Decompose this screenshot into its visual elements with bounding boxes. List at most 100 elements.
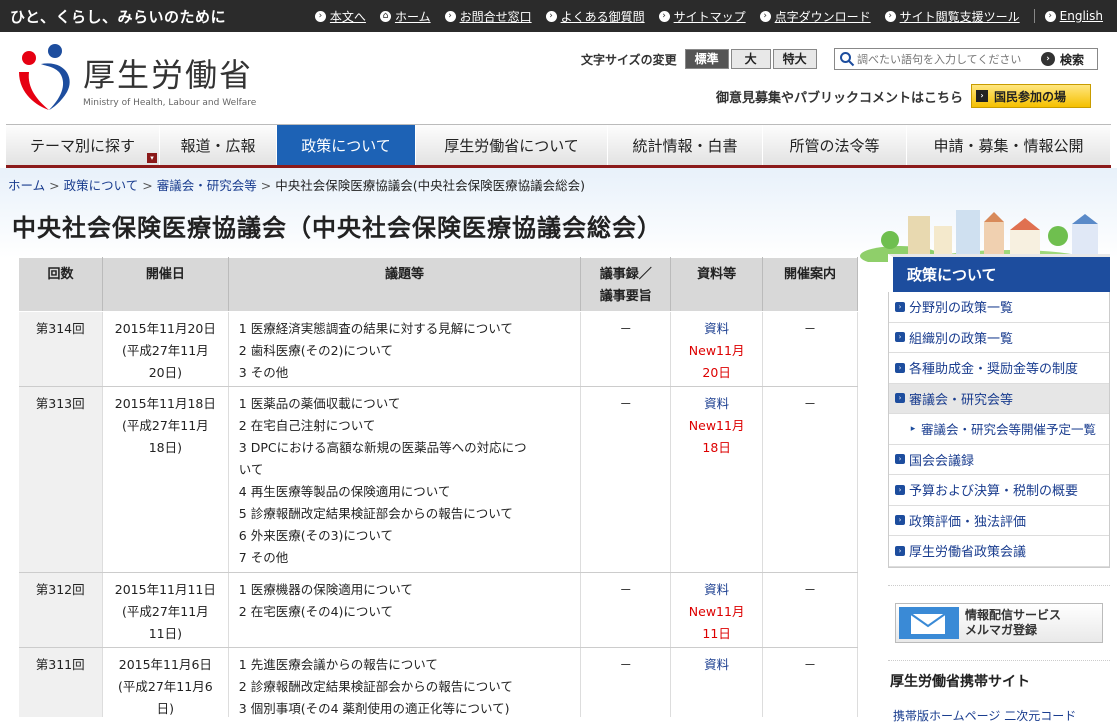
sitemap-link[interactable]: › サイトマップ (658, 8, 746, 25)
participation-text: 御意見募集やパブリックコメントはこちら (716, 90, 964, 106)
meeting-date: 2015年11月11日 (平成27年11月 11日) (102, 572, 229, 648)
faq-link[interactable]: › よくある御質問 (545, 8, 645, 25)
skip-to-content-link[interactable]: › 本文へ (314, 8, 366, 25)
envelope-icon (899, 607, 959, 639)
meeting-number: 第313回 (18, 386, 103, 573)
logo-name-en: Ministry of Health, Labour and Welfare (83, 98, 257, 108)
docs-link[interactable]: 資料 (704, 582, 729, 597)
sidebar-item-council-schedule[interactable]: ▸ 審議会・研究会等開催予定一覧 (889, 414, 1109, 445)
public-participation-button[interactable]: › 国民参加の場 (971, 84, 1092, 108)
sidebar-item-by-field[interactable]: › 分野別の政策一覧 (889, 292, 1109, 323)
top-links: › 本文へ ⌂ ホーム › お問合せ窓口 › よくある御質問 › サイトマップ › 点字ダウ… (314, 8, 1117, 25)
mhlw-logo-icon (19, 44, 70, 110)
docs-cell: 資料 New11月 20日 (670, 311, 764, 387)
nav-press[interactable]: 報道・広報 (160, 125, 277, 165)
sidebar-list: › 分野別の政策一覧 › 組織別の政策一覧 › 各種助成金・奨励金等の制度 › 審議会・… (888, 292, 1110, 568)
top-bar: ひと、くらし、みらいのために › 本文へ ⌂ ホーム › お問合せ窓口 › よくある御質… (0, 0, 1117, 32)
meeting-date: 2015年11月20日 (平成27年11月 20日) (102, 311, 229, 387)
divider (888, 585, 1110, 586)
breadcrumb-policy[interactable]: 政策について (64, 178, 139, 193)
docs-link[interactable]: 資料 (704, 396, 729, 411)
nav-about-mhlw[interactable]: 厚生労働省について (416, 125, 608, 165)
sidebar-item-budget[interactable]: › 予算および決算・税制の概要 (889, 475, 1109, 506)
minutes-cell: － (580, 572, 672, 648)
sidebar-item-diet-records[interactable]: › 国会会議録 (889, 444, 1109, 475)
divider (888, 660, 1110, 661)
font-size-standard-button[interactable]: 標準 (684, 49, 729, 69)
arrow-icon: › (1044, 10, 1056, 22)
nav-laws[interactable]: 所管の法令等 (763, 125, 907, 165)
chevron-down-icon: ▾ (147, 153, 157, 163)
braille-download-link[interactable]: › 点字ダウンロード (759, 8, 871, 25)
meeting-number: 第314回 (18, 311, 103, 387)
page-title: 中央社会保険医療協議会（中央社会保険医療協議会総会） (12, 214, 662, 242)
divider (1033, 9, 1035, 23)
search-input[interactable] (857, 52, 1033, 66)
meeting-agenda: 1 医療経済実態調査の結果に対する見解について 2 歯科医療(その2)について 3 … (228, 311, 582, 387)
arrow-icon: › (658, 10, 670, 22)
minutes-cell: － (580, 647, 672, 717)
table-row: 第311回 2015年11月6日 (平成27年11月6 日) 1 先進医療会議からの… (18, 647, 858, 717)
meeting-agenda: 1 先進医療会議からの報告について 2 診療報酬改定結果検証部会からの報告について… (228, 647, 582, 717)
site-logo[interactable]: 厚生労働省 Ministry of Health, Labour and Wel… (15, 42, 256, 112)
sidebar-item-policy-meeting[interactable]: › 厚生労働省政策会議 (889, 536, 1109, 567)
nav-policy[interactable]: 政策について (277, 125, 416, 165)
home-icon: ⌂ (379, 10, 391, 22)
global-nav: テーマ別に探す ▾ 報道・広報 政策について 厚生労働省について 統計情報・白書 … (6, 124, 1111, 168)
breadcrumb: ホーム > 政策について > 審議会・研究会等 > 中央社会保険医療協議会(中央社会保険医療… (8, 178, 586, 193)
minutes-cell: － (580, 386, 672, 573)
breadcrumb-councils[interactable]: 審議会・研究会等 (157, 178, 257, 193)
chevron-right-icon: › (895, 484, 905, 495)
nav-statistics[interactable]: 統計情報・白書 (608, 125, 763, 165)
english-link[interactable]: › English (1044, 9, 1103, 23)
sidebar-item-evaluation[interactable]: › 政策評価・独法評価 (889, 505, 1109, 536)
chevron-right-icon: › (895, 545, 905, 556)
font-size-label: 文字サイズの変更 (581, 52, 677, 67)
font-size-switcher: 文字サイズの変更 標準 大 特大 (581, 49, 819, 69)
mobile-site-title: 厚生労働省携帯サイト (890, 674, 1030, 690)
docs-cell: 資料 (670, 647, 764, 717)
contact-link[interactable]: › お問合せ窓口 (444, 8, 532, 25)
accessibility-tool-link[interactable]: › サイト閲覧支援ツール (884, 8, 1020, 25)
participation-area: 御意見募集やパブリックコメントはこちら › 国民参加の場 (716, 84, 1092, 108)
breadcrumb-current: 中央社会保険医療協議会(中央社会保険医療協議会総会) (275, 178, 586, 193)
chevron-right-icon: › (895, 454, 905, 465)
guide-cell: － (762, 572, 858, 648)
mail-magazine-banner[interactable]: 情報配信サービス メルマガ登録 (895, 603, 1103, 643)
docs-cell: 資料 New11月 18日 (670, 386, 764, 573)
new-date: 20日 (702, 365, 731, 380)
sidebar-item-by-organization[interactable]: › 組織別の政策一覧 (889, 322, 1109, 353)
nav-applications[interactable]: 申請・募集・情報公開 (907, 125, 1111, 165)
logo-text: 厚生労働省 Ministry of Health, Labour and Wel… (83, 50, 256, 108)
sidebar-item-subsidies[interactable]: › 各種助成金・奨励金等の制度 (889, 353, 1109, 384)
new-badge: New11月 (688, 604, 745, 619)
search-button[interactable]: › 検索 (1041, 51, 1084, 68)
mobile-site-link[interactable]: 携帯版ホームページ 二次元コード (893, 707, 1076, 724)
sidebar-item-councils[interactable]: › 審議会・研究会等 (889, 383, 1109, 414)
docs-link[interactable]: 資料 (704, 321, 729, 336)
font-size-xlarge-button[interactable]: 特大 (772, 49, 817, 69)
meetings-table-wrap: 回数 開催日 議題等 議事録／ 議事要旨 資料等 開催案内 第314回 2015年… (18, 257, 858, 717)
table-row: 第312回 2015年11月11日 (平成27年11月 11日) 1 医療機器の保険… (18, 572, 858, 648)
town-illustration (860, 210, 1098, 262)
sidebar-title[interactable]: 政策について (888, 254, 1110, 292)
meeting-date: 2015年11月18日 (平成27年11月 18日) (102, 386, 229, 573)
search-icon (840, 52, 855, 67)
chevron-right-icon: › (895, 362, 905, 373)
tagline: ひと、くらし、みらいのために (10, 7, 226, 26)
chevron-right-icon: › (895, 332, 905, 343)
breadcrumb-home[interactable]: ホーム (8, 178, 45, 193)
home-link[interactable]: ⌂ ホーム (379, 8, 431, 25)
meetings-table: 回数 開催日 議題等 議事録／ 議事要旨 資料等 開催案内 第314回 2015年… (18, 257, 858, 717)
table-row: 第313回 2015年11月18日 (平成27年11月 18日) 1 医薬品の薬価収… (18, 386, 858, 573)
triangle-right-icon: ▸ (910, 423, 916, 434)
docs-link[interactable]: 資料 (704, 657, 729, 672)
docs-cell: 資料 New11月 11日 (670, 572, 764, 648)
font-size-large-button[interactable]: 大 (730, 49, 771, 69)
col-guide: 開催案内 (762, 257, 858, 312)
col-no: 回数 (18, 257, 103, 312)
arrow-icon: › (1041, 52, 1055, 66)
nav-theme-search[interactable]: テーマ別に探す ▾ (6, 125, 160, 165)
guide-cell: － (762, 647, 858, 717)
mail-magazine-text: 情報配信サービス メルマガ登録 (965, 608, 1062, 637)
